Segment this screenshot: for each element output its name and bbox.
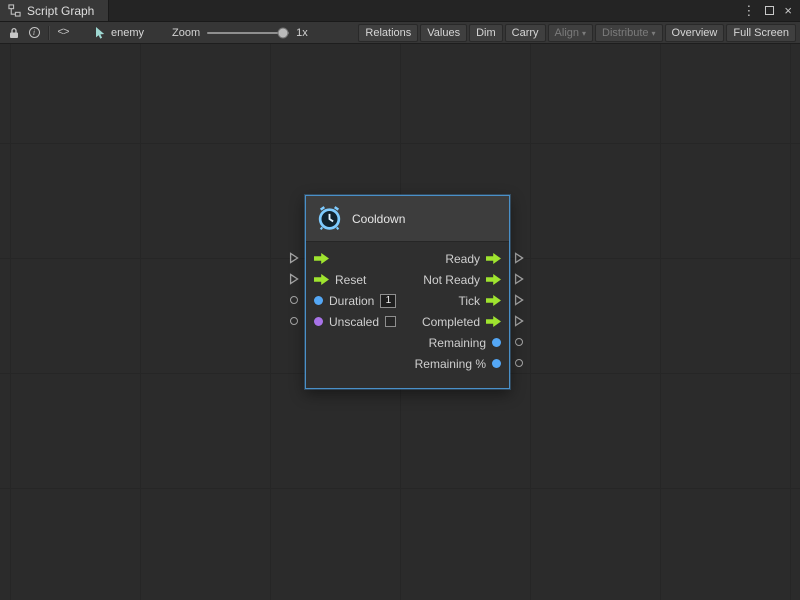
flow-output-port-marker[interactable] xyxy=(512,289,526,310)
duration-value-field[interactable]: 1 xyxy=(380,294,396,308)
external-input-ports xyxy=(287,247,301,331)
value-dot-icon xyxy=(492,338,501,347)
value-dot-icon xyxy=(314,296,323,305)
flow-output-port-marker[interactable] xyxy=(512,247,526,268)
zoom-label: Zoom xyxy=(172,27,200,39)
node-title: Cooldown xyxy=(352,212,405,226)
port-completed[interactable]: Completed xyxy=(415,311,509,332)
flow-output-port-marker[interactable] xyxy=(512,310,526,331)
code-view-icon[interactable]: <> xyxy=(53,24,73,42)
chevron-down-icon: ▾ xyxy=(582,29,586,38)
chevron-down-icon: ▾ xyxy=(652,29,656,38)
tab-script-graph[interactable]: Script Graph xyxy=(0,0,109,21)
output-ports-column: Ready Not Ready Tick xyxy=(415,248,509,374)
flow-arrow-icon xyxy=(486,274,501,285)
maximize-icon[interactable] xyxy=(765,6,774,15)
port-enter[interactable] xyxy=(306,248,396,269)
value-dot-icon xyxy=(492,359,501,368)
port-remaining[interactable]: Remaining xyxy=(415,332,509,353)
port-duration[interactable]: Duration 1 xyxy=(306,290,396,311)
zoom-slider-handle[interactable] xyxy=(277,27,288,38)
zoom-control: Zoom 1x xyxy=(172,27,308,39)
carry-button[interactable]: Carry xyxy=(505,24,546,42)
port-tick[interactable]: Tick xyxy=(415,290,509,311)
graph-pointer-icon xyxy=(95,27,106,39)
flow-input-port-marker[interactable] xyxy=(287,247,301,268)
graph-canvas[interactable]: Cooldown Reset Duration xyxy=(0,44,800,600)
alarm-clock-icon xyxy=(316,205,343,232)
dim-button[interactable]: Dim xyxy=(469,24,503,42)
input-ports-column: Reset Duration 1 Unscaled xyxy=(306,248,396,374)
value-input-port-marker[interactable] xyxy=(287,289,301,310)
tab-title: Script Graph xyxy=(27,4,94,18)
value-output-port-marker[interactable] xyxy=(512,352,526,373)
port-remaining-percent[interactable]: Remaining % xyxy=(415,353,509,374)
cooldown-node[interactable]: Cooldown Reset Duration xyxy=(305,195,510,389)
flow-arrow-icon xyxy=(486,316,501,327)
port-reset[interactable]: Reset xyxy=(306,269,396,290)
align-button[interactable]: Align▾ xyxy=(548,24,593,42)
lock-icon[interactable] xyxy=(4,24,24,42)
zoom-slider[interactable] xyxy=(207,32,289,34)
graph-name: enemy xyxy=(111,27,144,39)
node-header[interactable]: Cooldown xyxy=(306,196,509,242)
toolbar-divider xyxy=(48,26,49,40)
overview-button[interactable]: Overview xyxy=(665,24,725,42)
close-icon[interactable]: × xyxy=(784,4,792,17)
node-body: Reset Duration 1 Unscaled Ready xyxy=(306,242,509,388)
flow-arrow-icon xyxy=(314,253,329,264)
flow-input-port-marker[interactable] xyxy=(287,268,301,289)
port-unscaled[interactable]: Unscaled xyxy=(306,311,396,332)
graph-breadcrumb[interactable]: enemy xyxy=(95,27,144,39)
fullscreen-button[interactable]: Full Screen xyxy=(726,24,796,42)
port-not-ready[interactable]: Not Ready xyxy=(415,269,509,290)
window-titlebar: Script Graph ⋮ × xyxy=(0,0,800,22)
window-menu-icon[interactable]: ⋮ xyxy=(742,4,755,17)
external-output-ports xyxy=(512,247,526,373)
value-output-port-marker[interactable] xyxy=(512,331,526,352)
unscaled-checkbox[interactable] xyxy=(385,316,396,327)
flow-arrow-icon xyxy=(314,274,329,285)
toolbar-buttons: Relations Values Dim Carry Align▾ Distri… xyxy=(358,24,796,42)
values-button[interactable]: Values xyxy=(420,24,467,42)
script-graph-icon xyxy=(8,4,21,17)
distribute-button[interactable]: Distribute▾ xyxy=(595,24,662,42)
zoom-value: 1x xyxy=(296,27,308,39)
flow-arrow-icon xyxy=(486,295,501,306)
flow-arrow-icon xyxy=(486,253,501,264)
port-ready[interactable]: Ready xyxy=(415,248,509,269)
flow-output-port-marker[interactable] xyxy=(512,268,526,289)
info-icon[interactable]: i xyxy=(24,24,44,42)
relations-button[interactable]: Relations xyxy=(358,24,418,42)
value-dot-icon xyxy=(314,317,323,326)
value-input-port-marker[interactable] xyxy=(287,310,301,331)
graph-toolbar: i <> enemy Zoom 1x Relations Values Dim … xyxy=(0,22,800,44)
